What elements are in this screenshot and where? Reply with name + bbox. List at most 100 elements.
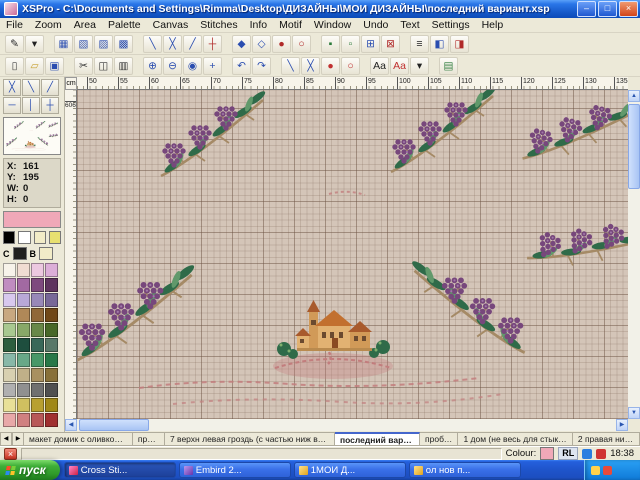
half-right-tool[interactable]: ◨	[450, 35, 469, 53]
chart-view[interactable]: ▤	[439, 57, 458, 75]
horizontal-scrollbar[interactable]: ◀ ▶	[65, 419, 628, 431]
yellow-swatch[interactable]	[49, 231, 61, 244]
horizontal-scroll-track[interactable]	[77, 419, 616, 431]
maximize-button[interactable]: □	[598, 1, 617, 17]
rows-tool[interactable]: ≡	[410, 35, 429, 53]
backstitch-mode[interactable]: ╲	[281, 57, 300, 75]
document-tab[interactable]: 7 верхн левая гроздь (с частью ниж ветки…	[165, 432, 335, 446]
undo-button[interactable]: ↶	[232, 57, 251, 75]
palette-swatch[interactable]	[3, 383, 16, 397]
new-file[interactable]: ▯	[5, 57, 24, 75]
palette-swatch[interactable]	[31, 278, 44, 292]
palette-swatch[interactable]	[17, 308, 30, 322]
c-swatch[interactable]	[13, 247, 27, 260]
palette-swatch[interactable]	[3, 353, 16, 367]
diamond-tool[interactable]: ◆	[232, 35, 251, 53]
palette-swatch[interactable]	[17, 278, 30, 292]
palette-swatch[interactable]	[31, 323, 44, 337]
vertical-scroll-track[interactable]	[628, 102, 640, 407]
palette-swatch[interactable]	[17, 368, 30, 382]
palette-swatch[interactable]	[45, 293, 58, 307]
palette-swatch[interactable]	[3, 323, 16, 337]
tray-status-icon[interactable]	[596, 449, 606, 459]
bead-red-tool[interactable]: ●	[321, 57, 340, 75]
palette-swatch[interactable]	[17, 338, 30, 352]
palette-swatch[interactable]	[17, 263, 30, 277]
menu-item[interactable]: Info	[244, 19, 274, 31]
cut[interactable]: ✂	[74, 57, 93, 75]
grid-x-tool[interactable]: ⊠	[381, 35, 400, 53]
scroll-left-button[interactable]: ◀	[65, 419, 77, 431]
quarter-stitch-tool[interactable]: ╱	[41, 79, 59, 96]
palette-swatch[interactable]	[45, 398, 58, 412]
white-swatch[interactable]	[18, 231, 30, 244]
pan-tool[interactable]: +	[203, 57, 222, 75]
full-stitch-grid[interactable]: ▦	[54, 35, 73, 53]
petite-stitch-tool[interactable]: ┼	[41, 97, 59, 114]
vertical-scrollbar[interactable]: ▲ ▼	[628, 90, 640, 419]
half-left-tool[interactable]: ◧	[430, 35, 449, 53]
b-swatch[interactable]	[39, 247, 53, 260]
menu-item[interactable]: Canvas	[147, 19, 195, 31]
cross-stitch-tool[interactable]: ╳	[3, 79, 21, 96]
taskbar-task[interactable]: 1МОИ Д...	[294, 462, 406, 478]
palette-swatch[interactable]	[3, 293, 16, 307]
palette-swatch[interactable]	[31, 308, 44, 322]
palette-swatch[interactable]	[45, 263, 58, 277]
grid-plus-tool[interactable]: ⊞	[361, 35, 380, 53]
palette-swatch[interactable]	[17, 383, 30, 397]
vertical-stitch-tool[interactable]: │	[22, 97, 40, 114]
palette-swatch[interactable]	[17, 353, 30, 367]
document-tab[interactable]: проба 2	[420, 432, 458, 446]
small-outline-tool[interactable]: ▫	[341, 35, 360, 53]
tray-icon[interactable]	[603, 466, 612, 475]
diagonal-line[interactable]: ╱	[183, 35, 202, 53]
document-tab[interactable]: проба	[133, 432, 165, 446]
black-swatch[interactable]	[3, 231, 15, 244]
palette-swatch[interactable]	[45, 278, 58, 292]
cream-swatch[interactable]	[34, 231, 46, 244]
menu-item[interactable]: Undo	[357, 19, 394, 31]
scroll-up-button[interactable]: ▲	[628, 90, 640, 102]
tray-status-icon[interactable]	[582, 449, 592, 459]
copy[interactable]: ◫	[94, 57, 113, 75]
menu-item[interactable]: Motif	[273, 19, 308, 31]
minimize-button[interactable]: –	[577, 1, 596, 17]
zoom-out[interactable]: ⊖	[163, 57, 182, 75]
paste[interactable]: ▥	[114, 57, 133, 75]
palette-swatch[interactable]	[31, 338, 44, 352]
palette-swatch[interactable]	[31, 383, 44, 397]
palette-swatch[interactable]	[3, 308, 16, 322]
close-palette-button[interactable]: ×	[4, 448, 17, 460]
mesh-grid[interactable]: ▩	[114, 35, 133, 53]
horizontal-scroll-thumb[interactable]	[79, 419, 149, 431]
palette-swatch[interactable]	[45, 323, 58, 337]
cross-mode[interactable]: ╳	[301, 57, 320, 75]
palette-swatch[interactable]	[3, 368, 16, 382]
palette-swatch[interactable]	[17, 323, 30, 337]
palette-swatch[interactable]	[31, 263, 44, 277]
backstitch-tool[interactable]: ─	[3, 97, 21, 114]
palette-swatch[interactable]	[31, 398, 44, 412]
scroll-right-button[interactable]: ▶	[616, 419, 628, 431]
vertical-scroll-thumb[interactable]	[628, 104, 640, 189]
design-canvas[interactable]	[77, 90, 628, 419]
bead-tool[interactable]: ●	[272, 35, 291, 53]
quarter-stitch-grid[interactable]: ▨	[94, 35, 113, 53]
pencil-tool[interactable]: ✎	[5, 35, 24, 53]
cross-stitch[interactable]: ╳	[163, 35, 182, 53]
taskbar-task[interactable]: Cross Sti...	[64, 462, 176, 478]
palette-swatch[interactable]	[3, 338, 16, 352]
palette-swatch[interactable]	[45, 338, 58, 352]
palette-swatch[interactable]	[31, 413, 44, 427]
palette-swatch[interactable]	[3, 278, 16, 292]
tabs-scroll-right[interactable]: ▶	[12, 432, 24, 446]
taskbar-task[interactable]: Embird 2...	[179, 462, 291, 478]
palette-swatch[interactable]	[17, 293, 30, 307]
pencil-dropdown[interactable]: ▾	[25, 35, 44, 53]
add-stitch[interactable]: ┼	[203, 35, 222, 53]
start-button[interactable]: пуск	[0, 460, 60, 480]
palette-swatch[interactable]	[45, 413, 58, 427]
current-colour-swatch[interactable]	[3, 211, 61, 228]
scroll-down-button[interactable]: ▼	[628, 407, 640, 419]
